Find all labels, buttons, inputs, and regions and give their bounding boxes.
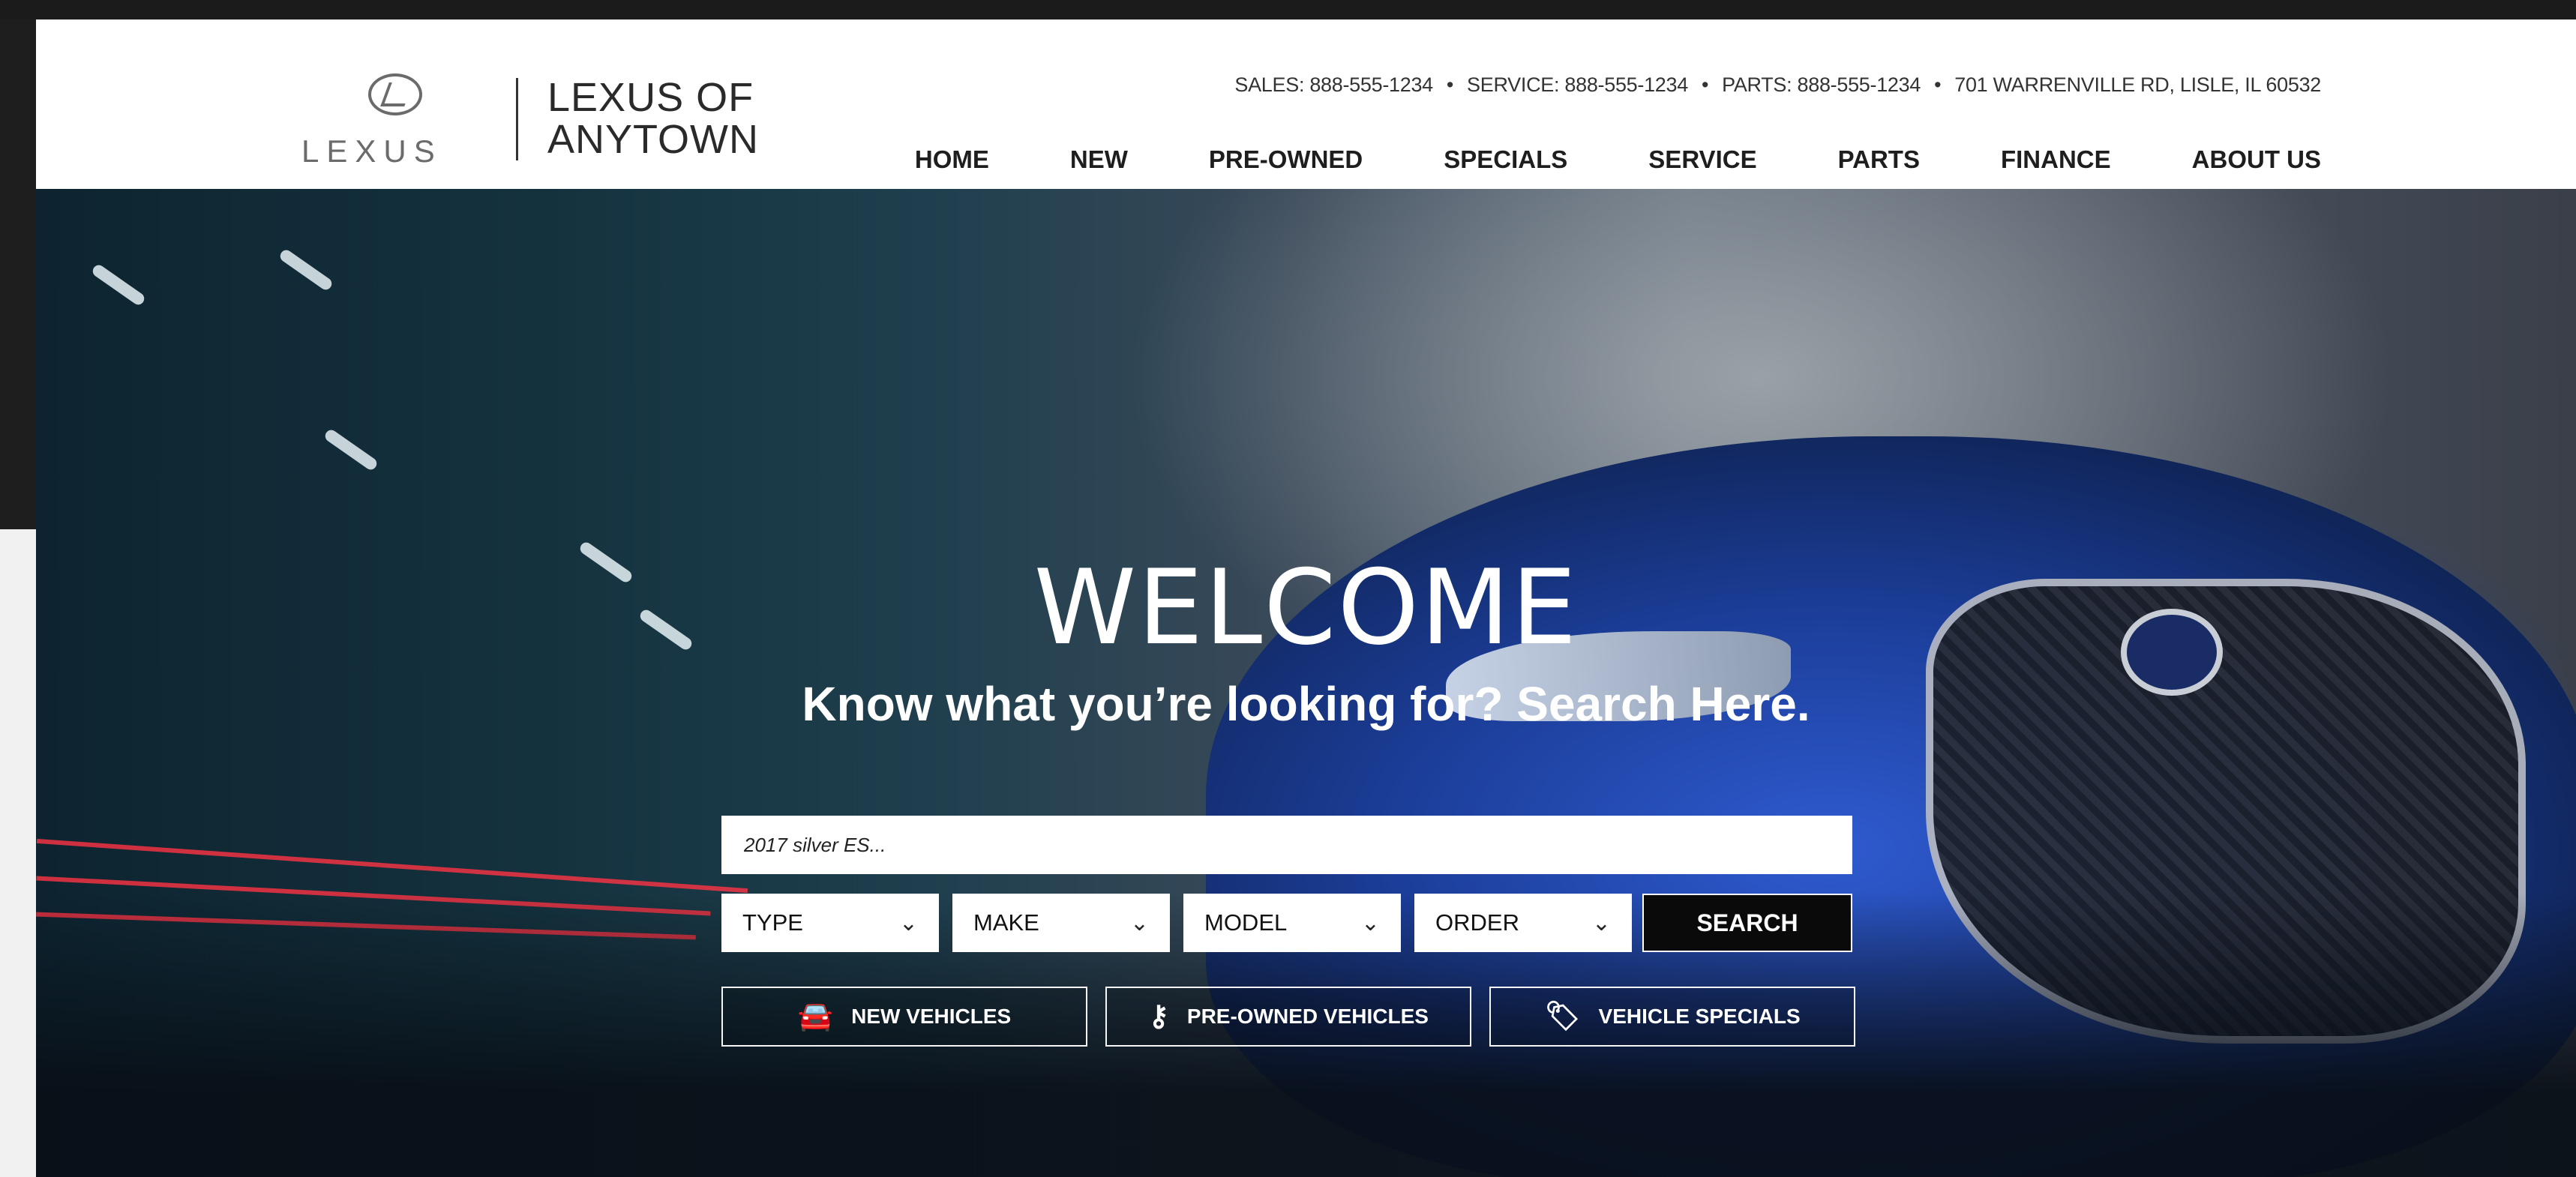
separator-dot: • [1934, 73, 1942, 96]
tunnel-light [277, 247, 334, 292]
tag-icon: 🏷 [1544, 1001, 1581, 1032]
logo-wordmark: LEXUS [301, 133, 442, 169]
nav-finance[interactable]: FINANCE [2001, 145, 2111, 174]
tunnel-light [90, 262, 147, 307]
model-select-label: MODEL [1204, 909, 1288, 936]
service-phone[interactable]: SERVICE: 888-555-1234 [1467, 73, 1688, 96]
key-icon: ⚷ [1148, 1001, 1169, 1032]
nav-new[interactable]: NEW [1070, 145, 1128, 174]
left-light-strip [0, 529, 36, 1177]
tunnel-light [322, 427, 379, 472]
chevron-down-icon: ⌄ [1129, 910, 1149, 936]
nav-pre-owned[interactable]: PRE-OWNED [1209, 145, 1363, 174]
order-select[interactable]: ORDER ⌄ [1414, 894, 1632, 952]
pre-owned-vehicles-label: PRE-OWNED VEHICLES [1186, 1005, 1429, 1028]
main-nav: HOME NEW PRE-OWNED SPECIALS SERVICE PART… [915, 145, 2321, 174]
vehicle-search-input[interactable] [721, 816, 1852, 874]
nav-parts[interactable]: PARTS [1838, 145, 1920, 174]
hero-title: WELCOME [1033, 547, 1579, 668]
order-select-label: ORDER [1435, 909, 1519, 936]
dealer-name-line1: LEXUS OF [547, 75, 754, 120]
type-select-label: TYPE [742, 909, 803, 936]
chevron-down-icon: ⌄ [1591, 910, 1611, 936]
search-button[interactable]: SEARCH [1642, 894, 1852, 952]
model-select[interactable]: MODEL ⌄ [1183, 894, 1401, 952]
car-front-icon: 🚘 [797, 1001, 834, 1032]
logo-divider [516, 78, 518, 160]
dealer-name-line2: ANYTOWN [547, 117, 760, 162]
hero-subtitle: Know what you’re looking for? Search Her… [802, 677, 1810, 731]
browser-top-strip [0, 0, 2576, 19]
pre-owned-vehicles-button[interactable]: ⚷ PRE-OWNED VEHICLES [1105, 987, 1471, 1047]
lexus-logo[interactable]: LEXUS [259, 67, 496, 180]
nav-home[interactable]: HOME [915, 145, 989, 174]
lexus-emblem-icon [368, 73, 422, 115]
nav-about-us[interactable]: ABOUT US [2192, 145, 2321, 174]
vehicle-specials-label: VEHICLE SPECIALS [1598, 1005, 1801, 1028]
dealer-name[interactable]: LEXUS OF ANYTOWN [547, 76, 787, 160]
chevron-down-icon: ⌄ [1360, 910, 1380, 936]
make-select-label: MAKE [973, 909, 1039, 936]
contact-info: SALES: 888-555-1234 • SERVICE: 888-555-123… [1234, 73, 2321, 97]
sales-phone[interactable]: SALES: 888-555-1234 [1234, 73, 1433, 96]
page: LEXUS LEXUS OF ANYTOWN SALES: 888-555-12… [36, 19, 2576, 1177]
dealer-address[interactable]: 701 WARRENVILLE RD, LISLE, IL 60532 [1954, 73, 2321, 96]
chevron-down-icon: ⌄ [898, 910, 918, 936]
parts-phone[interactable]: PARTS: 888-555-1234 [1722, 73, 1921, 96]
new-vehicles-label: NEW VEHICLES [851, 1005, 1012, 1028]
separator-dot: • [1701, 73, 1709, 96]
nav-service[interactable]: SERVICE [1648, 145, 1756, 174]
type-select[interactable]: TYPE ⌄ [721, 894, 939, 952]
hero-banner: WELCOME Know what you’re looking for? Se… [36, 189, 2576, 1177]
make-select[interactable]: MAKE ⌄ [952, 894, 1170, 952]
nav-specials[interactable]: SPECIALS [1444, 145, 1567, 174]
new-vehicles-button[interactable]: 🚘 NEW VEHICLES [721, 987, 1087, 1047]
site-header: LEXUS LEXUS OF ANYTOWN SALES: 888-555-12… [36, 19, 2576, 189]
vehicle-specials-button[interactable]: 🏷 VEHICLE SPECIALS [1489, 987, 1855, 1047]
left-dark-strip [0, 19, 36, 529]
separator-dot: • [1446, 73, 1454, 96]
